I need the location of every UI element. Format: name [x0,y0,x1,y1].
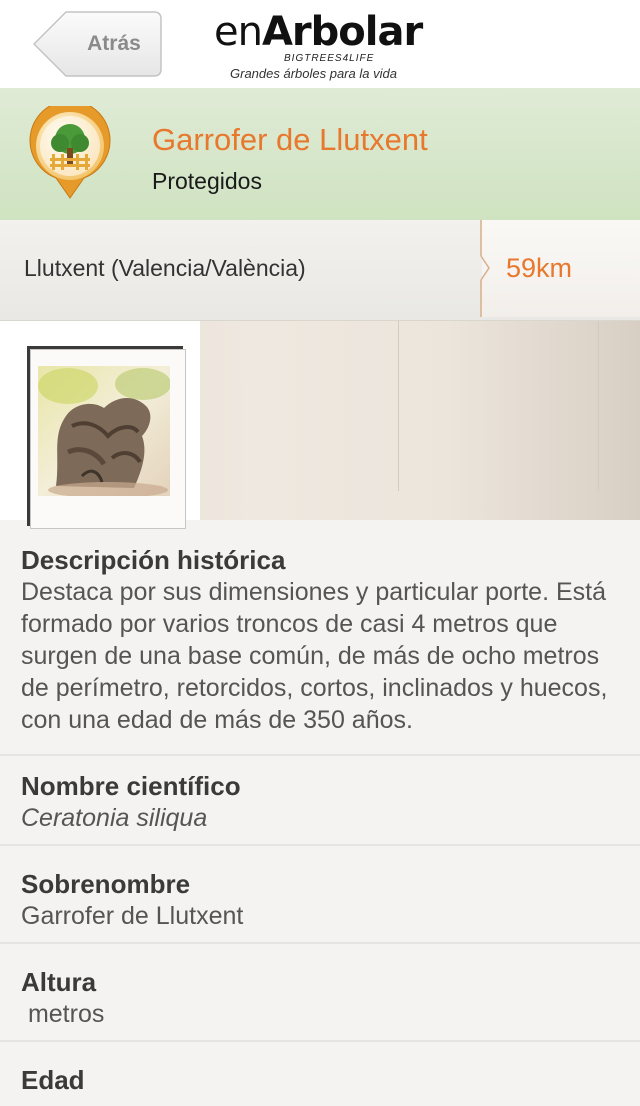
brand-wordmark: enArbolar [214,12,434,52]
height-value: metros [21,1000,105,1028]
tree-pin-icon [26,100,114,200]
tree-header: Garrofer de Llutxent Protegidos [0,88,640,220]
back-button-label: Atrás [87,32,141,55]
scientific-name-title: Nombre científico [21,771,241,801]
age-title: Edad [21,1065,85,1095]
tree-photo-image [38,366,170,496]
brand-tagline: Grandes árboles para la vida [230,66,397,81]
tree-category: Protegidos [152,168,262,194]
tree-details: Descripción histórica Destaca por sus di… [0,520,640,1106]
gallery-divider [398,321,399,491]
age-section: Edad [0,1042,640,1106]
location-row[interactable]: Llutxent (Valencia/València) 59km [0,220,640,321]
height-title: Altura [21,967,97,997]
brand-logo: enArbolar BIGTREES4LIFE Grandes árboles … [214,12,434,84]
nickname-section: Sobrenombre Garrofer de Llutxent [0,846,640,944]
history-body: Destaca por sus dimensiones y particular… [21,578,608,734]
nickname-value: Garrofer de Llutxent [21,902,244,930]
photo-gallery[interactable] [0,321,640,529]
history-section: Descripción histórica Destaca por sus di… [0,520,640,756]
brand-en: en [214,9,263,55]
brand-arbolar: Arbolar [261,9,423,55]
distance-value: 59km [506,253,573,283]
gallery-divider [598,321,599,491]
top-nav-bar: Atrás enArbolar BIGTREES4LIFE Grandes ár… [0,0,640,88]
nickname-title: Sobrenombre [21,869,191,899]
photo-thumbnail-panel [0,321,200,529]
location-divider [480,220,490,317]
scientific-name-value: Ceratonia siliqua [21,804,208,832]
location-text: Llutxent (Valencia/València) [24,255,306,281]
history-title: Descripción histórica [21,545,286,575]
tree-name: Garrofer de Llutxent [152,122,428,157]
brand-subtitle: BIGTREES4LIFE [284,53,375,64]
scientific-name-section: Nombre científico Ceratonia siliqua [0,756,640,846]
back-button[interactable]: Atrás [32,11,162,77]
height-section: Altura metros [0,944,640,1042]
